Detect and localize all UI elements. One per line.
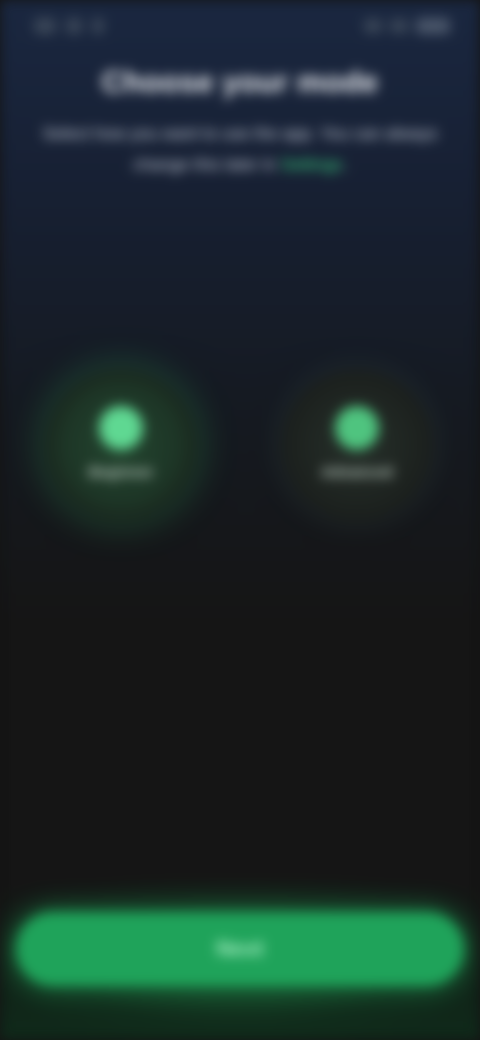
bolt-icon [335, 405, 379, 450]
network-icon [390, 19, 408, 33]
option-label: Beginner [88, 463, 154, 481]
option-advanced[interactable]: Advanced [282, 370, 432, 520]
leaf-icon [99, 405, 143, 450]
cta-area: Next [0, 880, 480, 1040]
status-bar [0, 10, 480, 46]
notification-icon [92, 18, 104, 34]
wifi-icon [364, 19, 382, 33]
next-button[interactable]: Next [16, 912, 464, 986]
option-label: Advanced [321, 463, 393, 481]
page-description: Select how you want to use the app. You … [30, 118, 450, 180]
notification-icon [66, 18, 82, 34]
status-bar-right [364, 18, 450, 34]
page-title: Choose your mode [101, 66, 379, 99]
mode-select-screen: Choose your mode Select how you want to … [0, 0, 480, 1040]
battery-icon [416, 18, 450, 34]
settings-link[interactable]: Settings [281, 155, 342, 174]
description-text: Select how you want to use the app. You … [42, 124, 438, 174]
mode-options: Beginner Advanced [0, 370, 480, 540]
signal-icon [34, 18, 56, 34]
status-bar-left [34, 18, 104, 34]
option-beginner[interactable]: Beginner [46, 370, 196, 520]
description-end: . [342, 155, 347, 174]
